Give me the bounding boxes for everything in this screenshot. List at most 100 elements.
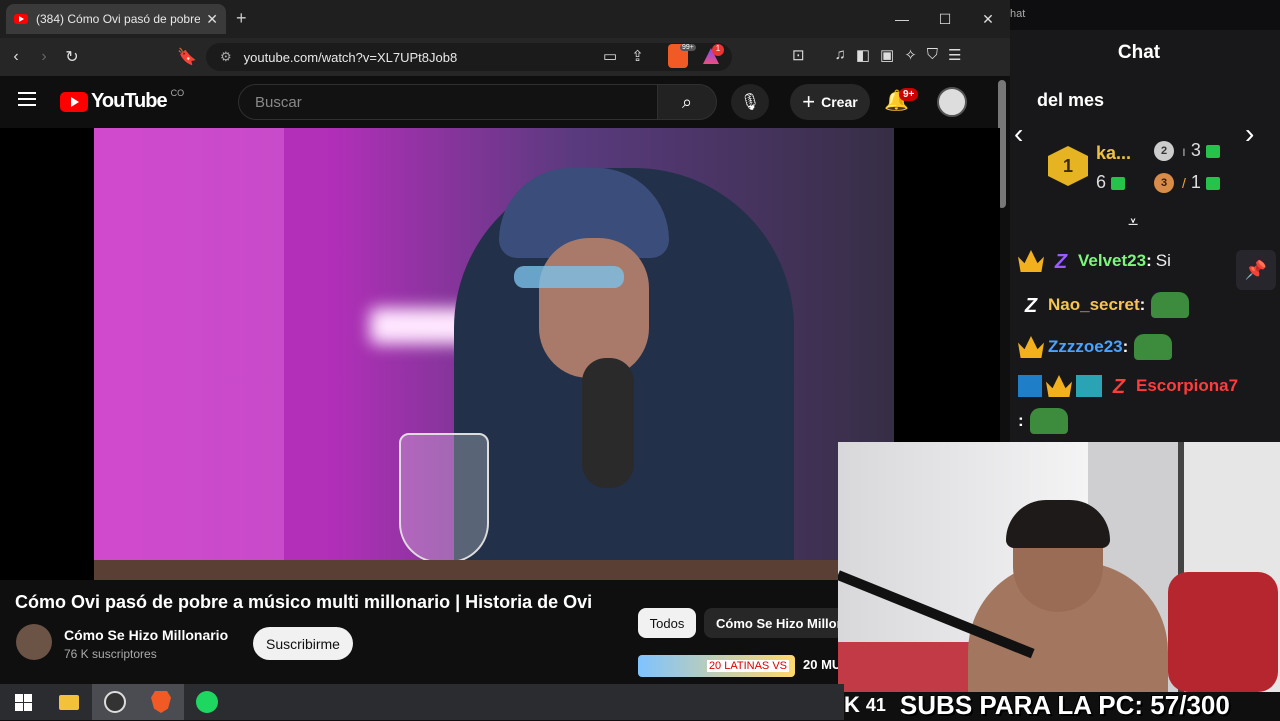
forward-icon[interactable]: › <box>30 48 58 66</box>
z-badge-icon: Z <box>1024 295 1038 317</box>
chat-text: Si <box>1155 251 1171 270</box>
gift-icon <box>1205 144 1220 158</box>
country-code: CO <box>170 87 185 98</box>
hamburger-menu-icon[interactable] <box>18 92 36 106</box>
crown-badge-icon <box>1018 336 1044 358</box>
frog-emote-icon <box>1029 408 1068 434</box>
search-icon: ⌕ <box>681 91 693 112</box>
stream-goal-overlay: K 41 SUBS PARA LA PC: 57/300 <box>844 690 1280 720</box>
bookmark-icon[interactable]: 🔖 <box>173 47 201 67</box>
vpn-icon[interactable]: ⛉ <box>927 46 938 64</box>
channel-avatar[interactable] <box>16 624 52 660</box>
chip-todos[interactable]: Todos <box>638 608 696 638</box>
crown-badge-icon <box>1046 375 1072 397</box>
close-window-button[interactable]: ✕ <box>968 6 1008 32</box>
youtube-play-icon <box>60 91 88 112</box>
voice-search-button[interactable]: 🎙 <box>731 84 769 120</box>
sub-badge-icon <box>1076 375 1102 397</box>
start-button[interactable] <box>0 684 46 720</box>
taskbar-obs[interactable] <box>92 684 138 720</box>
media-icon[interactable]: ♫ <box>835 46 846 64</box>
rank-3-count: / 1 <box>1182 172 1220 193</box>
taskbar-spotify[interactable] <box>184 684 230 720</box>
chat-username[interactable]: Escorpiona7 <box>1136 376 1238 396</box>
wallet-icon[interactable]: ▣ <box>880 46 894 64</box>
share-icon[interactable]: ⇪ <box>631 47 644 65</box>
leo-icon[interactable]: ✧ <box>904 46 917 64</box>
recommended-thumbnail[interactable]: 20 LATINAS VS <box>638 655 795 677</box>
chat-message: Zzzzoe23: <box>1018 334 1173 360</box>
mic-icon: 🎙 <box>739 94 761 111</box>
frog-emote-icon <box>1134 334 1173 360</box>
rank-2-badge: 2 <box>1154 141 1174 161</box>
back-icon[interactable]: ‹ <box>2 48 30 66</box>
hammer-badge-icon <box>1018 375 1042 397</box>
chat-message: Z Escorpiona7 <box>1018 375 1238 398</box>
taskbar-brave[interactable] <box>138 684 184 720</box>
chat-window-bar: hat <box>1010 0 1280 30</box>
youtube-wordmark: YouTube <box>91 90 168 112</box>
z-badge-icon: Z <box>1054 251 1068 273</box>
cast-icon[interactable]: ▭ <box>603 47 617 65</box>
chevron-right-icon[interactable]: › <box>1245 118 1254 150</box>
url-text: youtube.com/watch?v=XL7UPt8Job8 <box>243 49 458 65</box>
taskbar-explorer[interactable] <box>46 684 92 720</box>
chat-message: Z Velvet23: Si <box>1018 250 1171 273</box>
chat-message: Z Nao_secret: <box>1018 292 1190 318</box>
search-input[interactable]: Buscar <box>238 84 658 120</box>
minimize-button[interactable]: — <box>882 6 922 32</box>
rank-1-name: ka... <box>1096 143 1132 163</box>
browser-tab[interactable]: (384) Cómo Ovi pasó de pobre a ✕ <box>6 4 226 34</box>
reload-icon[interactable]: ↻ <box>58 47 86 67</box>
plus-icon: + <box>802 89 816 114</box>
video-letterbox-right <box>894 128 1000 448</box>
frog-emote-icon <box>1151 292 1190 318</box>
address-bar[interactable]: ⚙ youtube.com/watch?v=XL7UPt8Job8 <box>206 43 732 71</box>
rank-1-count: 6 <box>1096 172 1126 193</box>
site-settings-icon[interactable]: ⚙ <box>220 49 232 65</box>
windows-icon <box>14 693 32 711</box>
sidebar-icon[interactable]: ◧ <box>856 46 870 64</box>
toolbar-right: ⊡ ♫ ◧ ▣ ✧ ⛉ ☰ <box>792 46 962 64</box>
rank-3-badge: 3 <box>1154 173 1174 193</box>
search-button[interactable]: ⌕ <box>657 84 717 120</box>
account-avatar[interactable] <box>937 87 967 117</box>
youtube-logo[interactable]: YouTube CO <box>60 87 185 113</box>
gift-icon <box>1205 176 1220 190</box>
channel-name[interactable]: Cómo Se Hizo Millonario <box>64 627 228 643</box>
gift-icon <box>1111 176 1126 190</box>
chat-username[interactable]: Zzzzoe23 <box>1048 337 1123 357</box>
pin-icon[interactable]: 📌 <box>1236 250 1276 290</box>
reader-icon[interactable]: ⊡ <box>792 46 805 64</box>
chat-header: Chat <box>1117 42 1161 63</box>
thumbnail-text: 20 LATINAS VS <box>706 660 789 672</box>
collapse-filter-icon[interactable]: ⩡ <box>1128 212 1138 233</box>
obs-icon <box>104 691 126 713</box>
close-tab-icon[interactable]: ✕ <box>206 11 218 28</box>
notification-count-badge: 9+ <box>899 88 919 101</box>
video-player[interactable] <box>94 128 894 580</box>
rewards-badge: 1 <box>712 44 724 56</box>
new-tab-button[interactable]: + <box>236 8 247 29</box>
chip-channel[interactable]: Cómo Se Hizo Millonario <box>704 608 844 638</box>
rank-2-count: ı 3 <box>1182 140 1220 161</box>
recommended-title[interactable]: 20 MU <box>803 657 841 672</box>
leaderboard-title: del mes <box>1037 90 1105 110</box>
subscribe-button[interactable]: Suscribirme <box>253 627 353 660</box>
video-letterbox-left <box>0 128 94 580</box>
viewer-count: 41 <box>865 694 886 715</box>
menu-icon[interactable]: ☰ <box>948 46 961 64</box>
chat-message-cont: : <box>1018 408 1068 434</box>
chat-username[interactable]: Velvet23 <box>1078 251 1146 271</box>
tab-title: (384) Cómo Ovi pasó de pobre a <box>36 12 201 26</box>
chat-window-title: hat <box>1010 8 1026 20</box>
z-badge-icon: Z <box>1112 376 1126 398</box>
maximize-button[interactable]: ☐ <box>925 6 965 32</box>
create-button[interactable]: + Crear <box>790 84 870 120</box>
channel-subscribers: 76 K suscriptores <box>64 647 157 661</box>
windows-taskbar <box>0 684 844 720</box>
chevron-left-icon[interactable]: ‹ <box>1014 118 1023 150</box>
kick-icon: K <box>844 692 860 717</box>
video-title: Cómo Ovi pasó de pobre a músico multi mi… <box>15 592 593 612</box>
chat-username[interactable]: Nao_secret <box>1048 295 1140 315</box>
